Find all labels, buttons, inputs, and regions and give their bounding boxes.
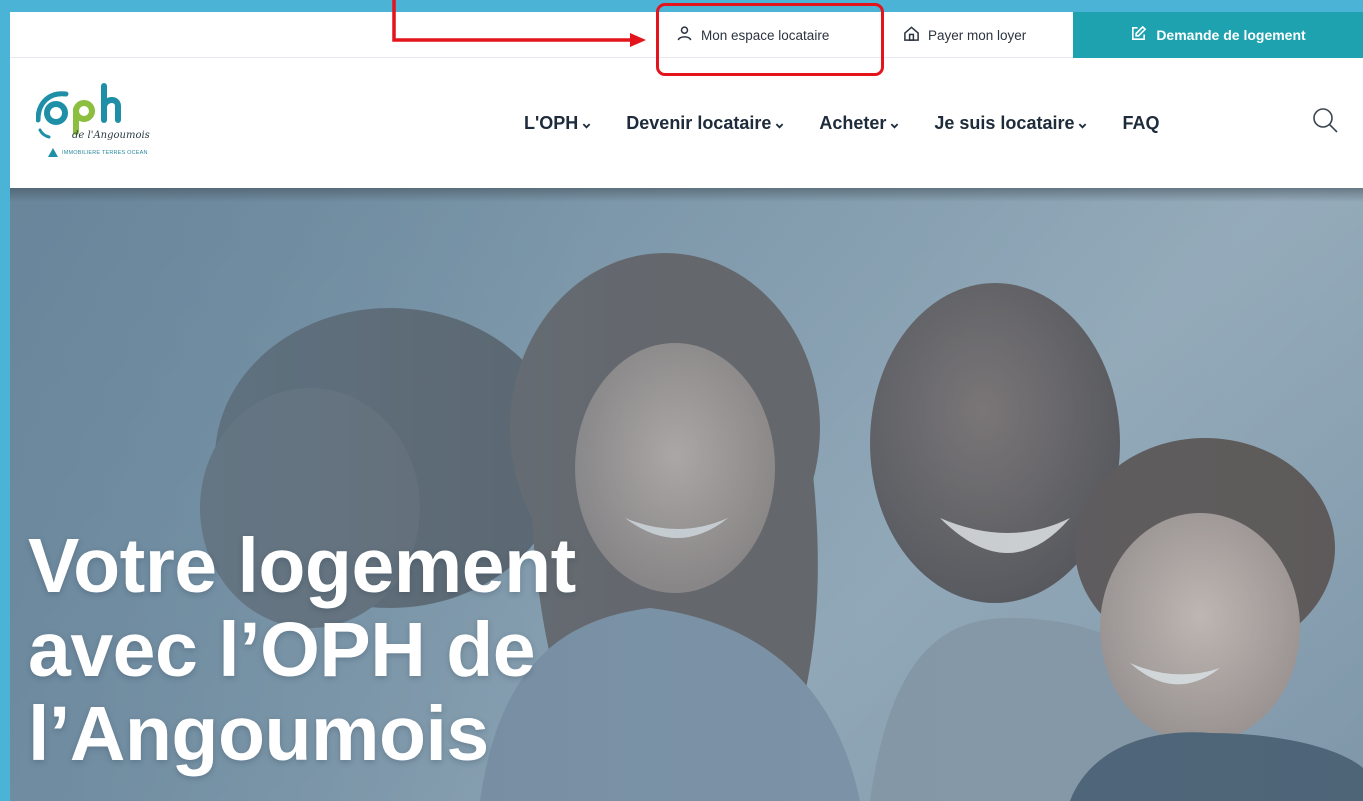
chevron-down-icon	[582, 123, 591, 129]
mon-espace-locataire-link[interactable]: Mon espace locataire	[676, 12, 829, 58]
site-header: de l'Angoumois IMMOBILIERE TERRES OCEAN …	[10, 58, 1363, 188]
nav-item-je-suis-locataire[interactable]: Je suis locataire	[934, 113, 1087, 134]
chevron-down-icon	[891, 123, 899, 129]
user-icon	[676, 25, 693, 45]
demande-de-logement-button[interactable]: Demande de logement	[1073, 12, 1363, 58]
oph-logo-mark: de l'Angoumois	[35, 83, 150, 141]
browser-page: Mon espace locataire Payer mon loyer Dem…	[10, 12, 1363, 801]
logo-tagline-text: IMMOBILIERE TERRES OCEAN	[62, 149, 148, 156]
utility-bar: Mon espace locataire Payer mon loyer Dem…	[10, 12, 1363, 58]
logo-script-text: de l'Angoumois	[72, 130, 150, 141]
hero-banner: Votre logement avec l’OPH de l’Angoumois	[10, 188, 1363, 801]
nav-item-label: Devenir locataire	[626, 112, 772, 133]
mon-espace-locataire-label: Mon espace locataire	[701, 27, 830, 43]
nav-item-label: L'OPH	[524, 112, 579, 133]
search-button[interactable]	[1311, 106, 1343, 138]
nav-item-acheter[interactable]: Acheter	[819, 113, 899, 134]
logo-tagline: IMMOBILIERE TERRES OCEAN	[48, 148, 148, 157]
payer-mon-loyer-label: Payer mon loyer	[928, 27, 1027, 43]
payer-mon-loyer-link[interactable]: Payer mon loyer	[903, 12, 1026, 58]
nav-item-label: Je suis locataire	[934, 112, 1075, 133]
nav-item-oph[interactable]: L'OPH	[524, 113, 591, 134]
main-nav: L'OPH Devenir locataire Acheter Je suis …	[524, 58, 1160, 188]
nav-item-faq[interactable]: FAQ	[1122, 113, 1159, 134]
chevron-down-icon	[776, 123, 784, 129]
nav-item-devenir-locataire[interactable]: Devenir locataire	[626, 113, 784, 134]
triangle-icon	[48, 148, 58, 157]
hero-title-line: Votre logement	[28, 523, 576, 609]
hero-title: Votre logement avec l’OPH de l’Angoumois	[28, 524, 576, 776]
hero-title-line: avec l’OPH de	[28, 607, 536, 693]
house-icon	[903, 25, 920, 45]
header-shadow	[10, 188, 1363, 202]
search-icon	[1313, 108, 1338, 133]
nav-item-label: FAQ	[1122, 112, 1160, 133]
demande-de-logement-label: Demande de logement	[1156, 27, 1306, 43]
hero-title-line: l’Angoumois	[28, 691, 489, 777]
oph-logo[interactable]: de l'Angoumois IMMOBILIERE TERRES OCEAN	[35, 80, 176, 175]
nav-item-label: Acheter	[819, 112, 887, 133]
edit-icon	[1130, 25, 1147, 45]
chevron-down-icon	[1079, 123, 1087, 129]
